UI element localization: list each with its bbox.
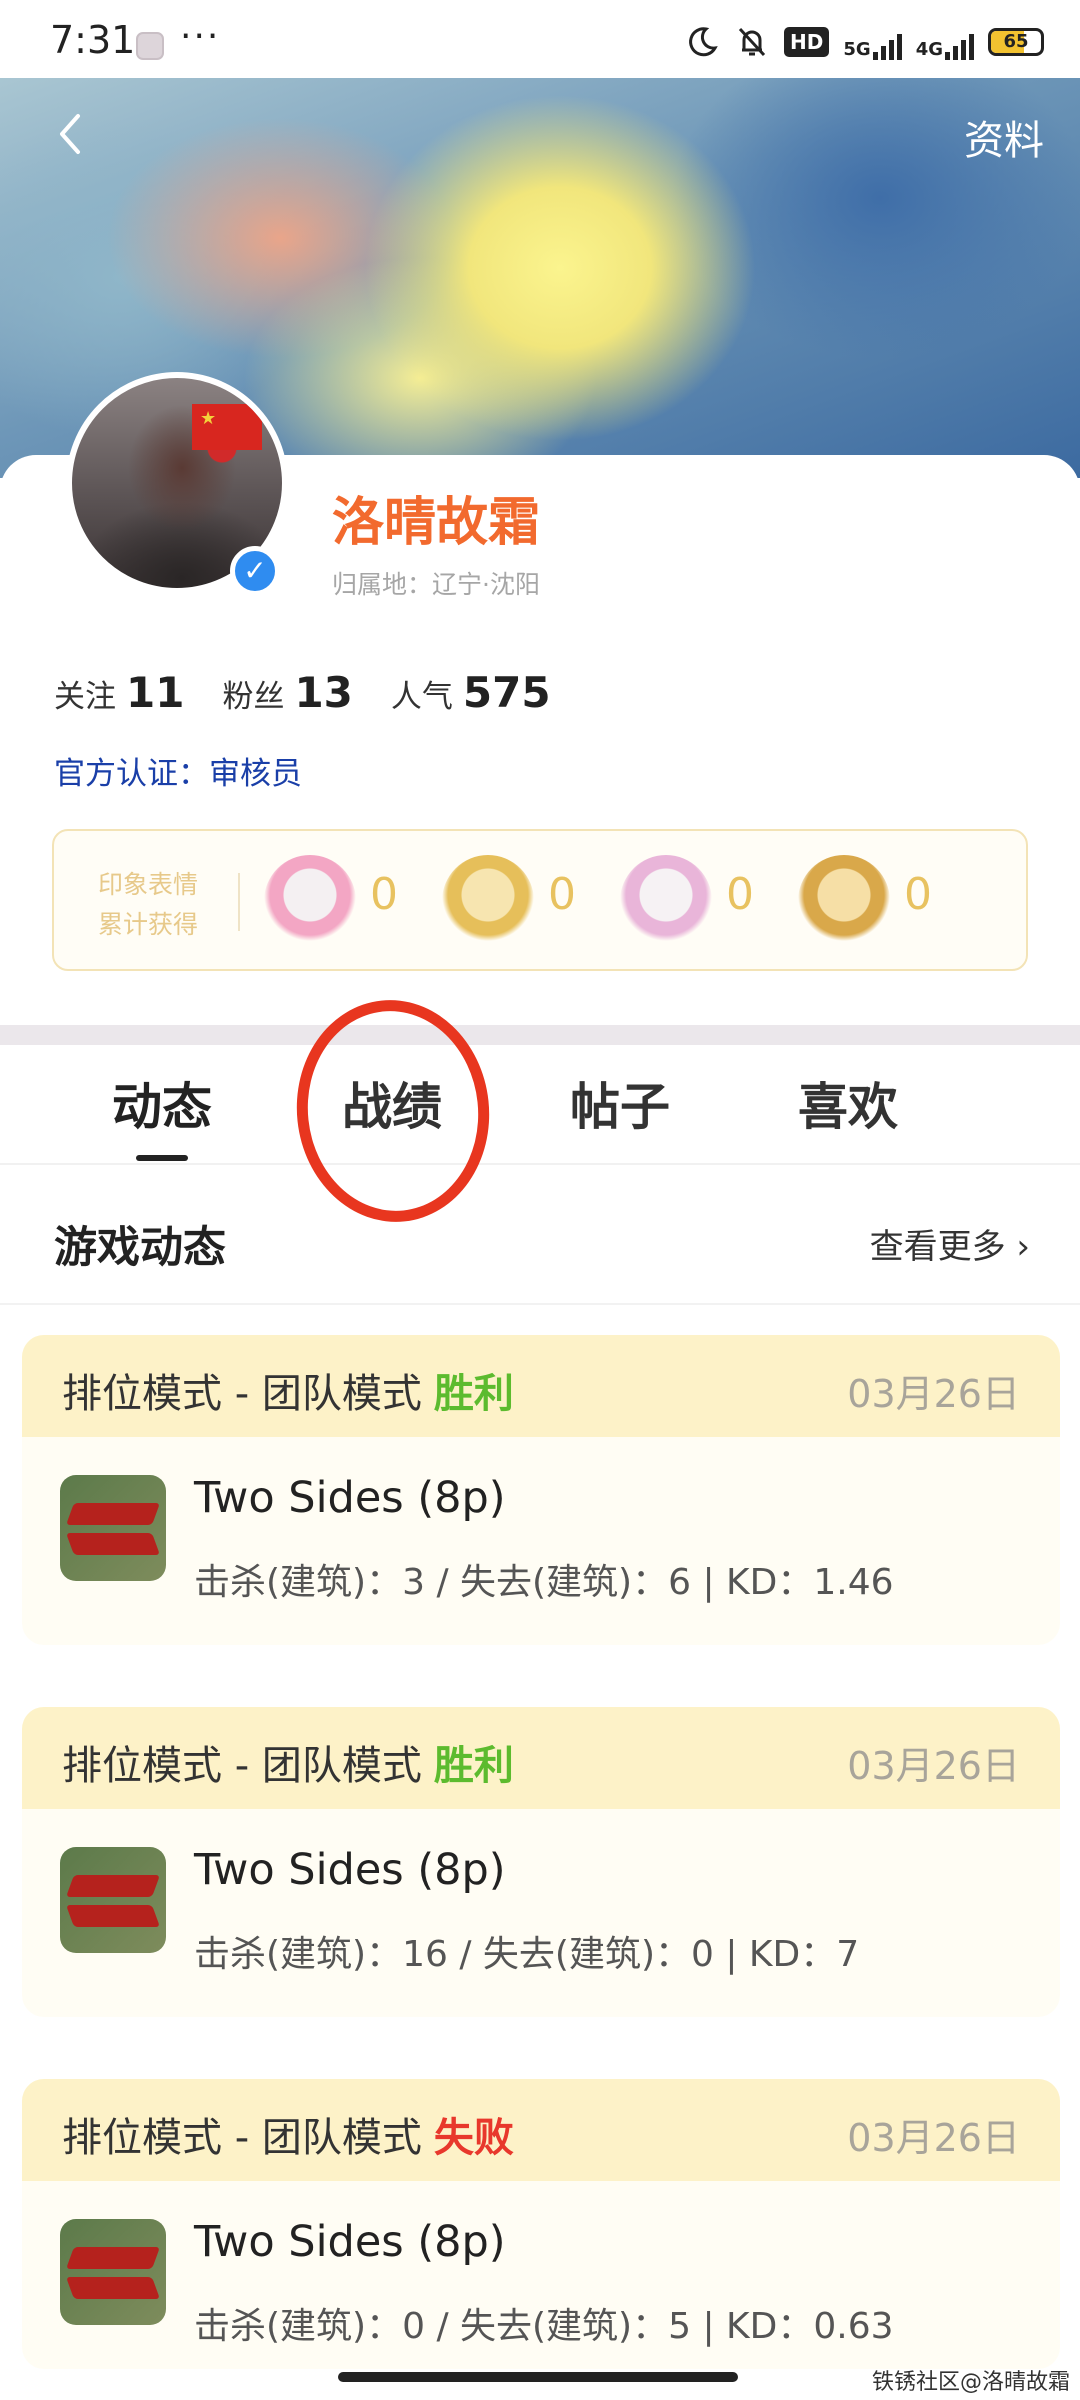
star-icon: ★ [200, 408, 217, 429]
status-bar: 7:31 ··· HD 5G 4G 65 [0, 0, 1080, 78]
map-thumbnail [60, 2219, 166, 2325]
popularity-stat: 人气 575 [391, 668, 551, 717]
followers-stat[interactable]: 粉丝 13 [222, 668, 352, 717]
match-card[interactable]: 排位模式 - 团队模式 失败 03月26日 Two Sides (8p) 击杀(建… [22, 2079, 1060, 2369]
mode-label: 排位模式 - 团队模式 [62, 2115, 422, 2161]
username: 洛晴故霜 [332, 493, 541, 553]
match-stats: 击杀(建筑)：3 / 失去(建筑)：6 | KD：1.46 [194, 1562, 894, 1603]
mode-label: 排位模式 - 团队模式 [62, 1743, 422, 1789]
back-arrow-icon[interactable] [48, 106, 92, 162]
match-date: 03月26日 [847, 2116, 1020, 2160]
pink-heart-girl-emoji-icon[interactable] [264, 855, 356, 947]
map-thumbnail [60, 1475, 166, 1581]
moon-icon [689, 27, 718, 57]
stat-label: 粉丝 [222, 679, 285, 715]
location: 归属地：辽宁·沈阳 [332, 570, 540, 599]
match-result: 胜利 [433, 1371, 514, 1417]
tab-posts[interactable]: 帖子 [535, 1067, 705, 1139]
emoji-count: 0 [548, 869, 576, 920]
match-header: 排位模式 - 团队模式 胜利 03月26日 [22, 1335, 1060, 1437]
match-result: 失败 [433, 2115, 514, 2161]
map-name: Two Sides (8p) [194, 1845, 506, 1895]
active-tab-indicator [136, 1155, 188, 1161]
match-date: 03月26日 [847, 1744, 1020, 1788]
map-road [65, 2277, 161, 2299]
match-result: 胜利 [433, 1743, 514, 1789]
map-name: Two Sides (8p) [194, 2217, 506, 2267]
emoji-count: 0 [726, 869, 754, 920]
network-5g-label: 5G [843, 39, 871, 60]
following-stat[interactable]: 关注 11 [54, 668, 184, 717]
home-indicator[interactable] [338, 2372, 738, 2382]
match-mode: 排位模式 - 团队模式 胜利 [62, 1733, 514, 1791]
watermark: 铁锈社区@洛晴故霜 [871, 2370, 1070, 2395]
map-road [65, 1503, 161, 1525]
match-card[interactable]: 排位模式 - 团队模式 胜利 03月26日 Two Sides (8p) 击杀(建… [22, 1335, 1060, 1645]
map-road [65, 1875, 161, 1897]
map-road [65, 1905, 161, 1927]
battery-level: 65 [1003, 31, 1029, 52]
match-mode: 排位模式 - 团队模式 失败 [62, 2105, 514, 2163]
emoji-count: 0 [370, 869, 398, 920]
white-hair-girl-emoji-icon[interactable] [620, 855, 712, 947]
flag-icon: ★ [192, 404, 262, 450]
map-name: Two Sides (8p) [194, 1473, 506, 1523]
profile-tabs: 动态 战绩 帖子 喜欢 [0, 1045, 1080, 1165]
battery-icon: 65 [988, 28, 1044, 56]
signal-4g-icon: 4G [916, 24, 974, 60]
impression-emojis-panel[interactable]: 印象表情累计获得 0 0 0 0 [52, 829, 1028, 971]
emoji-count: 0 [904, 869, 932, 920]
impression-title: 印象表情累计获得 [98, 870, 199, 939]
match-card[interactable]: 排位模式 - 团队模式 胜利 03月26日 Two Sides (8p) 击杀(建… [22, 1707, 1060, 2017]
stat-label: 关注 [54, 679, 116, 715]
blonde-chibi-emoji-icon[interactable] [442, 855, 534, 947]
game-activity-header: 游戏动态 查看更多 › [0, 1165, 1080, 1305]
stat-value: 13 [294, 668, 353, 717]
blonde-sign-emoji-icon[interactable] [798, 855, 890, 947]
see-more-link[interactable]: 查看更多 › [870, 1219, 1030, 1268]
stat-value: 575 [462, 668, 551, 717]
stat-label: 人气 [390, 679, 453, 715]
divider [238, 873, 240, 931]
match-date: 03月26日 [847, 1372, 1020, 1416]
match-header: 排位模式 - 团队模式 失败 03月26日 [22, 2079, 1060, 2181]
app-notification-icon [136, 32, 164, 60]
map-road [65, 2247, 161, 2269]
map-thumbnail [60, 1847, 166, 1953]
hd-voice-icon: HD [784, 27, 830, 57]
section-separator [0, 1025, 1080, 1045]
match-stats: 击杀(建筑)：0 / 失去(建筑)：5 | KD：0.63 [194, 2306, 894, 2347]
match-header: 排位模式 - 团队模式 胜利 03月26日 [22, 1707, 1060, 1809]
network-4g-label: 4G [915, 39, 943, 60]
verified-check-icon: ✓ [230, 546, 280, 596]
status-icons: HD 5G 4G 65 [684, 22, 1044, 62]
tab-likes[interactable]: 喜欢 [763, 1067, 933, 1139]
status-time: 7:31 [50, 18, 136, 62]
stat-value: 11 [126, 668, 185, 717]
mute-bell-icon [738, 27, 766, 57]
section-title: 游戏动态 [54, 1223, 226, 1273]
map-road [65, 1533, 161, 1555]
tab-activity[interactable]: 动态 [77, 1067, 247, 1139]
signal-5g-icon: 5G [843, 24, 902, 60]
profile-info-link[interactable]: 资料 [964, 108, 1044, 166]
official-certification: 官方认证：审核员 [54, 756, 302, 792]
profile-stats: 关注 11 粉丝 13 人气 575 [54, 668, 589, 717]
match-stats: 击杀(建筑)：16 / 失去(建筑)：0 | KD：7 [194, 1934, 860, 1975]
more-notifications-icon: ··· [180, 16, 221, 57]
mode-label: 排位模式 - 团队模式 [62, 1371, 422, 1417]
match-mode: 排位模式 - 团队模式 胜利 [62, 1361, 514, 1419]
